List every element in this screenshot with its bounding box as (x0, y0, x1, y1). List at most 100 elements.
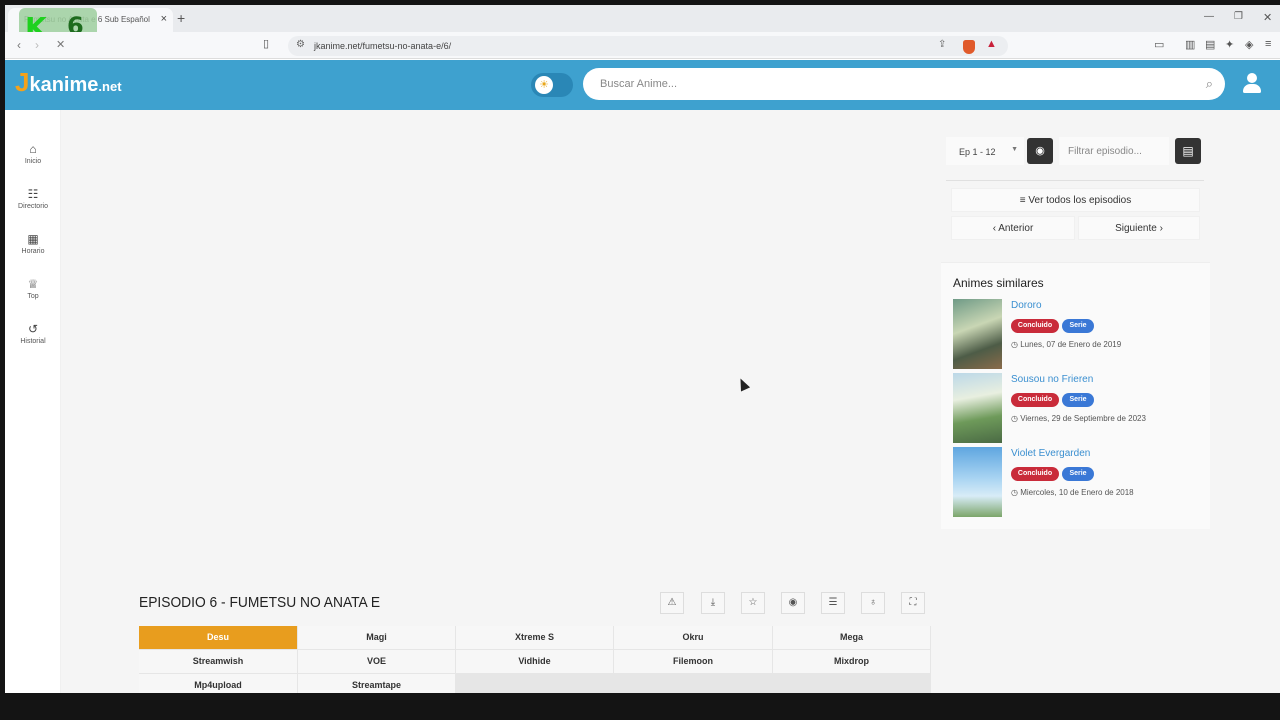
anime-poster[interactable] (953, 373, 1002, 443)
eye-icon[interactable]: ◉ (781, 592, 805, 614)
home-icon: ⌂ (29, 142, 37, 156)
menu-icon[interactable]: ≡ (1265, 38, 1271, 50)
fullscreen-icon[interactable]: ⛶ (901, 592, 925, 614)
sidebar-item-label: Horario (21, 248, 45, 255)
server-button[interactable]: VOE (298, 650, 456, 674)
clock-icon: ◷ (1011, 488, 1021, 497)
url-field[interactable]: ⚙ jkanime.net/fumetsu-no-anata-e/6/ ⇪ ▲ (288, 36, 1008, 56)
type-badge: Serie (1062, 467, 1094, 481)
server-button[interactable]: Mega (773, 626, 931, 650)
restore-icon[interactable]: ❐ (1234, 11, 1243, 22)
next-label: Siguiente (1115, 223, 1157, 234)
brave-shield-icon[interactable] (963, 40, 975, 54)
forward-icon[interactable]: › (35, 38, 39, 52)
view-all-episodes-button[interactable]: ≡ Ver todos los episodios (951, 188, 1200, 212)
server-button[interactable]: Mixdrop (773, 650, 931, 674)
site-logo[interactable]: Jkanime.net (15, 67, 122, 98)
previous-label: Anterior (998, 223, 1034, 234)
star-icon[interactable]: ☆ (741, 592, 765, 614)
list-item[interactable]: Dororo Concluido Serie ◷ Lunes, 07 de En… (953, 299, 1203, 369)
playlist-icon[interactable]: ☰ (821, 592, 845, 614)
anime-title-link[interactable]: Dororo (1011, 300, 1042, 311)
next-episode-button[interactable]: Siguiente › (1078, 216, 1200, 240)
bookmark-icon[interactable]: ▯ (263, 37, 269, 50)
grid-icon: ▤ (1182, 144, 1194, 158)
chevron-down-icon: ▼ (1011, 146, 1018, 153)
server-list-filler (455, 674, 931, 693)
divider (946, 180, 1204, 181)
episode-range-select[interactable]: Ep 1 - 12 ▼ (946, 137, 1024, 165)
server-button[interactable]: Mp4upload (139, 674, 298, 693)
sidebar-item-horario[interactable]: ▦ Horario (5, 232, 61, 255)
new-tab-icon[interactable]: + (177, 10, 185, 26)
warning-icon[interactable]: ⚠ (660, 592, 684, 614)
server-button[interactable]: Filemoon (614, 650, 773, 674)
anime-title-link[interactable]: Sousou no Frieren (1011, 374, 1093, 385)
sidebar-item-historial[interactable]: ↺ Historial (5, 322, 61, 345)
tab-close-icon[interactable]: × (161, 13, 167, 25)
server-button[interactable]: Xtreme S (456, 626, 614, 650)
episode-controls: Ep 1 - 12 ▼ ◉ ▤ (946, 137, 1204, 172)
status-badge: Concluido (1011, 319, 1059, 333)
episode-grid-button[interactable]: ▤ (1175, 138, 1201, 164)
server-button[interactable]: Streamwish (139, 650, 298, 674)
anime-poster[interactable] (953, 447, 1002, 517)
wallet-icon[interactable]: ▤ (1205, 38, 1215, 51)
server-button[interactable]: Okru (614, 626, 773, 650)
leo-icon[interactable]: ✦ (1225, 38, 1234, 51)
sidebar-toggle-icon[interactable]: ▥ (1185, 38, 1195, 51)
eye-icon: ◉ (1035, 145, 1045, 157)
date-text: Viernes, 29 de Septiembre de 2023 (1020, 414, 1146, 423)
minimize-icon[interactable]: — (1204, 11, 1214, 22)
window-close-icon[interactable]: ✕ (1263, 11, 1272, 24)
watched-toggle-button[interactable]: ◉ (1027, 138, 1053, 164)
chevron-right-icon: › (1156, 223, 1163, 234)
search-icon[interactable]: ⌕ (1206, 76, 1213, 92)
similar-heading: Animes similares (953, 276, 1044, 290)
theme-toggle[interactable]: ☀ (531, 73, 573, 97)
tab-bar: Fumetsu no Anata e 6 Sub Español × + — ❐… (5, 5, 1280, 32)
episode-title: EPISODIO 6 - FUMETSU NO ANATA E (139, 594, 381, 611)
type-badge: Serie (1062, 319, 1094, 333)
site-info-icon[interactable]: ⚙ (296, 39, 305, 50)
url-text: jkanime.net/fumetsu-no-anata-e/6/ (314, 41, 452, 51)
episode-filter-input[interactable] (1068, 137, 1168, 165)
vpn-icon[interactable]: ◈ (1245, 38, 1253, 51)
type-badge: Serie (1062, 393, 1094, 407)
trophy-icon: ♕ (27, 277, 39, 291)
download-icon[interactable]: ⤓ (701, 592, 725, 614)
search-input[interactable] (600, 78, 1160, 90)
anime-title-link[interactable]: Violet Evergarden (1011, 448, 1090, 459)
server-button[interactable]: Desu (139, 626, 298, 650)
sidebar-item-directorio[interactable]: ☷ Directorio (5, 187, 61, 210)
anime-date: ◷ Viernes, 29 de Septiembre de 2023 (1011, 414, 1146, 423)
similar-anime-card: Animes similares Dororo Concluido Serie … (941, 262, 1210, 529)
user-icon[interactable] (1243, 73, 1261, 95)
episode-range-value: Ep 1 - 12 (959, 147, 996, 157)
site-header: Jkanime.net ☀ ⌕ (5, 60, 1280, 110)
browser-window: Fumetsu no Anata e 6 Sub Español × + — ❐… (5, 5, 1280, 693)
bulb-icon[interactable]: ♁ (861, 592, 885, 614)
list-item[interactable]: Sousou no Frieren Concluido Serie ◷ Vier… (953, 373, 1203, 443)
reader-icon[interactable]: ▭ (1154, 38, 1164, 51)
anime-date: ◷ Lunes, 07 de Enero de 2019 (1011, 340, 1121, 349)
back-icon[interactable]: ‹ (17, 38, 21, 52)
server-button[interactable]: Magi (298, 626, 456, 650)
sidebar-item-top[interactable]: ♕ Top (5, 277, 61, 300)
anime-poster[interactable] (953, 299, 1002, 369)
stop-icon[interactable]: ✕ (56, 38, 65, 51)
sidebar: ⌂ Inicio ☷ Directorio ▦ Horario ♕ Top ↺ … (5, 110, 61, 693)
server-button[interactable]: Streamtape (298, 674, 456, 693)
date-text: Miercoles, 10 de Enero de 2018 (1020, 488, 1134, 497)
sidebar-item-label: Directorio (18, 203, 48, 210)
clock-icon: ◷ (1011, 414, 1021, 423)
video-player[interactable] (139, 130, 934, 580)
list-item[interactable]: Violet Evergarden Concluido Serie ◷ Mier… (953, 447, 1203, 517)
logo-name: kanime (29, 74, 99, 96)
rewards-icon[interactable]: ▲ (986, 38, 997, 50)
logo-j: J (15, 67, 30, 97)
server-button[interactable]: Vidhide (456, 650, 614, 674)
sidebar-item-inicio[interactable]: ⌂ Inicio (5, 142, 61, 165)
share-icon[interactable]: ⇪ (938, 39, 946, 50)
previous-episode-button[interactable]: ‹ Anterior (951, 216, 1075, 240)
